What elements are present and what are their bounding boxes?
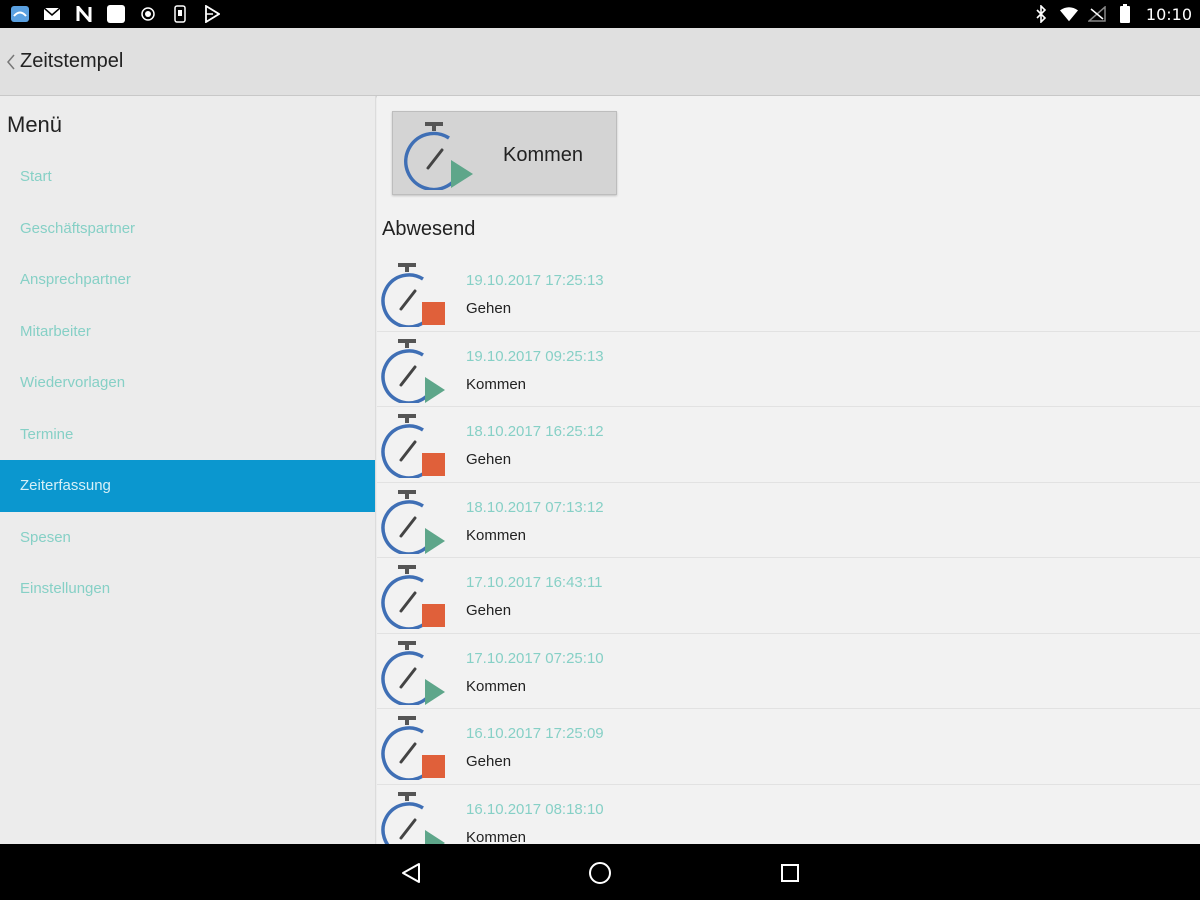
menu-list: Start Geschäftspartner Ansprechpartner M… xyxy=(0,151,375,615)
entry-type: Gehen xyxy=(466,451,512,468)
stopwatch-play-icon xyxy=(381,639,447,710)
bluetooth-icon xyxy=(1032,4,1050,24)
n-icon xyxy=(74,4,94,24)
recents-square-icon[interactable] xyxy=(775,858,805,888)
list-item[interactable]: 18.10.2017 07:13:12 Kommen xyxy=(377,483,1200,559)
sidebar-item-zeiterfassung[interactable]: Zeiterfassung xyxy=(0,460,375,512)
sidebar-item-wiedervorlagen[interactable]: Wiedervorlagen xyxy=(0,357,375,409)
app-bar: Zeitstempel xyxy=(0,28,1200,96)
entry-type: Kommen xyxy=(466,526,527,544)
square-app-icon xyxy=(106,4,126,24)
entry-timestamp: 16.10.2017 08:18:10 xyxy=(466,800,604,818)
sidebar-item-geschaeftspartner[interactable]: Geschäftspartner xyxy=(0,203,375,255)
entry-timestamp: 18.10.2017 07:13:12 xyxy=(466,498,604,516)
stopwatch-stop-icon xyxy=(381,261,447,332)
back-triangle-icon[interactable] xyxy=(396,858,426,888)
list-item[interactable]: 16.10.2017 17:25:09 Gehen xyxy=(377,709,1200,785)
system-nav-bar xyxy=(0,844,1200,900)
entry-type: Kommen xyxy=(466,677,527,695)
sidebar-menu: Menü Start Geschäftspartner Ansprechpart… xyxy=(0,96,376,844)
entry-type: Kommen xyxy=(466,375,527,393)
stopwatch-stop-icon xyxy=(381,714,447,785)
timestamp-list: 19.10.2017 17:25:13 Gehen 19.10.2017 09:… xyxy=(377,256,1200,844)
entry-type: Kommen xyxy=(466,828,527,845)
page-title[interactable]: Zeitstempel xyxy=(20,50,123,73)
mail-icon xyxy=(42,4,62,24)
clock: 10:10 xyxy=(1145,4,1192,24)
sidebar-item-start[interactable]: Start xyxy=(0,151,375,203)
sidebar-item-ansprechpartner[interactable]: Ansprechpartner xyxy=(0,254,375,306)
stopwatch-stop-icon xyxy=(381,563,447,634)
sidebar-item-mitarbeiter[interactable]: Mitarbeiter xyxy=(0,306,375,358)
status-bar: 10:10 xyxy=(0,0,1200,28)
entry-timestamp: 19.10.2017 17:25:13 xyxy=(466,272,604,289)
main-content: Kommen Abwesend 19.10.2017 17:25:13 Gehe… xyxy=(377,96,1200,844)
entry-timestamp: 16.10.2017 17:25:09 xyxy=(466,725,604,742)
entry-type: Gehen xyxy=(466,300,512,317)
list-item[interactable]: 16.10.2017 08:18:10 Kommen xyxy=(377,785,1200,845)
sidebar-item-einstellungen[interactable]: Einstellungen xyxy=(0,563,375,615)
signal-off-icon xyxy=(1087,4,1106,24)
stopwatch-play-icon xyxy=(381,488,447,559)
entry-type: Gehen xyxy=(466,753,512,770)
list-item[interactable]: 19.10.2017 09:25:13 Kommen xyxy=(377,332,1200,408)
sidebar-item-spesen[interactable]: Spesen xyxy=(0,512,375,564)
play-store-icon xyxy=(202,4,222,24)
entry-timestamp: 18.10.2017 16:25:12 xyxy=(466,423,604,440)
entry-timestamp: 19.10.2017 09:25:13 xyxy=(466,347,604,365)
stopwatch-play-icon xyxy=(381,790,447,844)
presence-status: Abwesend xyxy=(382,218,476,240)
kommen-button-label: Kommen xyxy=(503,144,584,166)
stopwatch-play-icon xyxy=(403,120,475,195)
app-icon xyxy=(10,4,30,24)
list-item[interactable]: 18.10.2017 16:25:12 Gehen xyxy=(377,407,1200,483)
list-item[interactable]: 17.10.2017 07:25:10 Kommen xyxy=(377,634,1200,710)
wifi-icon xyxy=(1059,4,1078,24)
sidebar-item-termine[interactable]: Termine xyxy=(0,409,375,461)
entry-timestamp: 17.10.2017 16:43:11 xyxy=(466,574,603,591)
stopwatch-stop-icon xyxy=(381,412,447,483)
home-circle-icon[interactable] xyxy=(585,858,615,888)
stopwatch-play-icon xyxy=(381,337,447,408)
sim-icon xyxy=(170,4,190,24)
kommen-button[interactable]: Kommen xyxy=(392,111,617,195)
entry-timestamp: 17.10.2017 07:25:10 xyxy=(466,649,604,667)
list-item[interactable]: 19.10.2017 17:25:13 Gehen xyxy=(377,256,1200,332)
menu-title: Menü xyxy=(7,112,63,137)
battery-icon xyxy=(1116,4,1134,24)
chevron-left-icon[interactable] xyxy=(4,50,18,74)
record-icon xyxy=(138,4,158,24)
entry-type: Gehen xyxy=(466,602,512,619)
list-item[interactable]: 17.10.2017 16:43:11 Gehen xyxy=(377,558,1200,634)
